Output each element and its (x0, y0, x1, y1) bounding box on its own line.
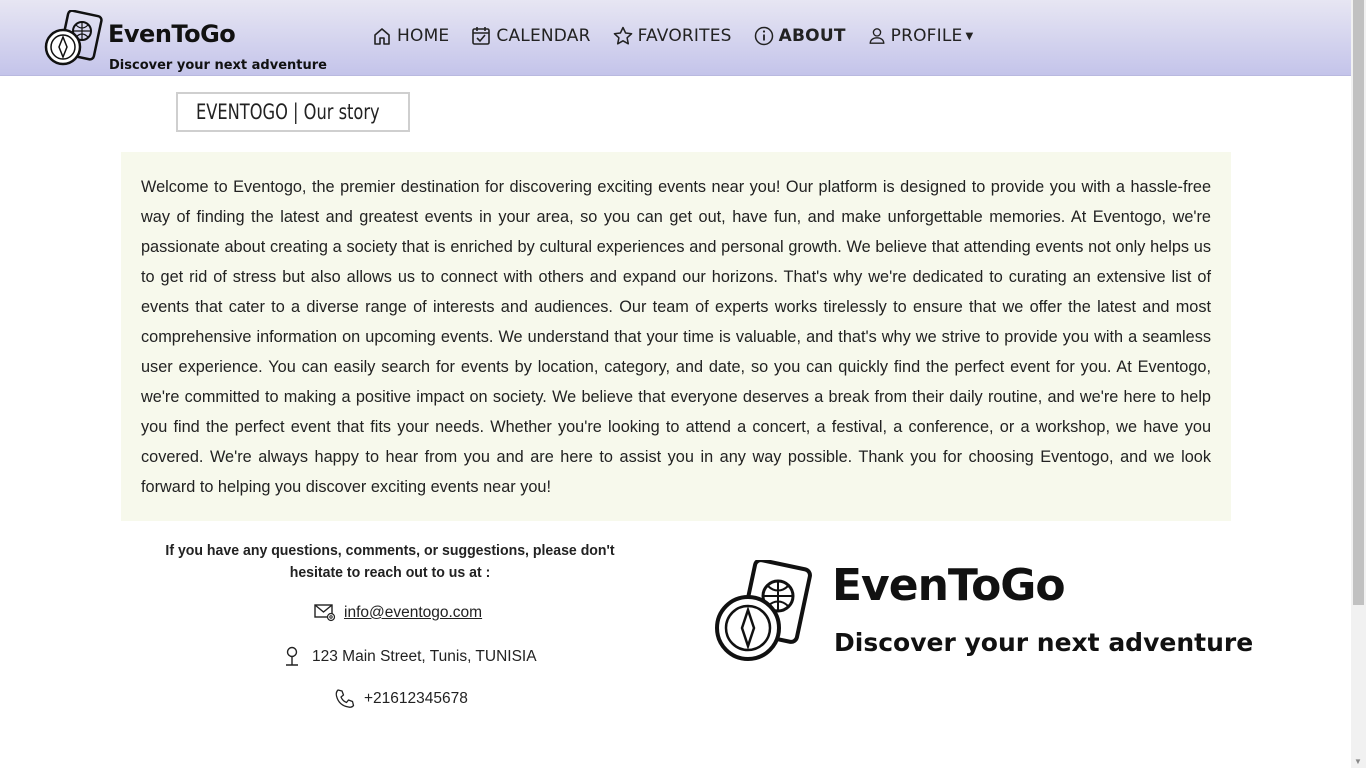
scrollbar-thumb[interactable] (1353, 0, 1364, 605)
email-link[interactable]: info@eventogo.com (344, 604, 482, 622)
map-pin-icon (286, 646, 298, 666)
main-nav: HOME CALENDAR FAVORITES ABOUT PROFILE ▼ (372, 22, 995, 50)
nav-about[interactable]: ABOUT (754, 26, 846, 46)
footer-brand-tagline: Discover your next adventure (834, 628, 1254, 657)
brand-tagline: Discover your next adventure (109, 58, 327, 73)
passport-compass-logo-icon (715, 560, 812, 661)
footer-logo: EvenToGo Discover your next adventure (714, 560, 1253, 670)
nav-profile-label: PROFILE (890, 26, 963, 46)
nav-favorites-label: FAVORITES (637, 26, 732, 46)
contact-intro: If you have any questions, comments, or … (165, 542, 615, 581)
contact-email: info@eventogo.com (314, 604, 482, 622)
footer-brand-name: EvenToGo (832, 560, 1066, 611)
nav-about-label: ABOUT (778, 26, 846, 46)
story-text: Welcome to Eventogo, the premier destina… (141, 178, 1211, 496)
nav-calendar[interactable]: CALENDAR (471, 26, 590, 46)
story-panel: Welcome to Eventogo, the premier destina… (121, 152, 1231, 521)
contact-address: 123 Main Street, Tunis, TUNISIA (284, 646, 537, 668)
passport-compass-logo-icon (44, 10, 103, 66)
nav-favorites[interactable]: FAVORITES (613, 26, 732, 46)
address-text: 123 Main Street, Tunis, TUNISIA (312, 648, 537, 665)
contact-section: If you have any questions, comments, or … (121, 540, 659, 584)
star-icon (613, 26, 632, 45)
email-icon (314, 604, 336, 622)
user-icon (869, 28, 885, 44)
nav-home-label: HOME (397, 26, 450, 46)
brand-name: EvenToGo (108, 20, 236, 48)
top-navbar: EvenToGo Discover your next adventure HO… (0, 0, 1351, 76)
nav-profile-dropdown[interactable]: PROFILE ▼ (868, 26, 974, 46)
page-scrollbar[interactable]: ▼ (1351, 0, 1366, 768)
brand-home-link[interactable]: EvenToGo Discover your next adventure (42, 10, 332, 73)
info-icon (754, 26, 773, 46)
nav-calendar-label: CALENDAR (496, 26, 591, 46)
nav-home[interactable]: HOME (372, 26, 449, 46)
scroll-down-arrow-icon[interactable]: ▼ (1354, 757, 1362, 766)
phone-text: +21612345678 (364, 690, 468, 707)
phone-icon (335, 689, 355, 708)
home-icon (374, 28, 390, 45)
contact-phone: +21612345678 (334, 688, 468, 710)
page-title: EVENTOGO | Our story (176, 92, 410, 132)
caret-down-icon: ▼ (965, 30, 974, 42)
calendar-icon (472, 27, 491, 45)
page-title-text: EVENTOGO | Our story (196, 100, 380, 124)
